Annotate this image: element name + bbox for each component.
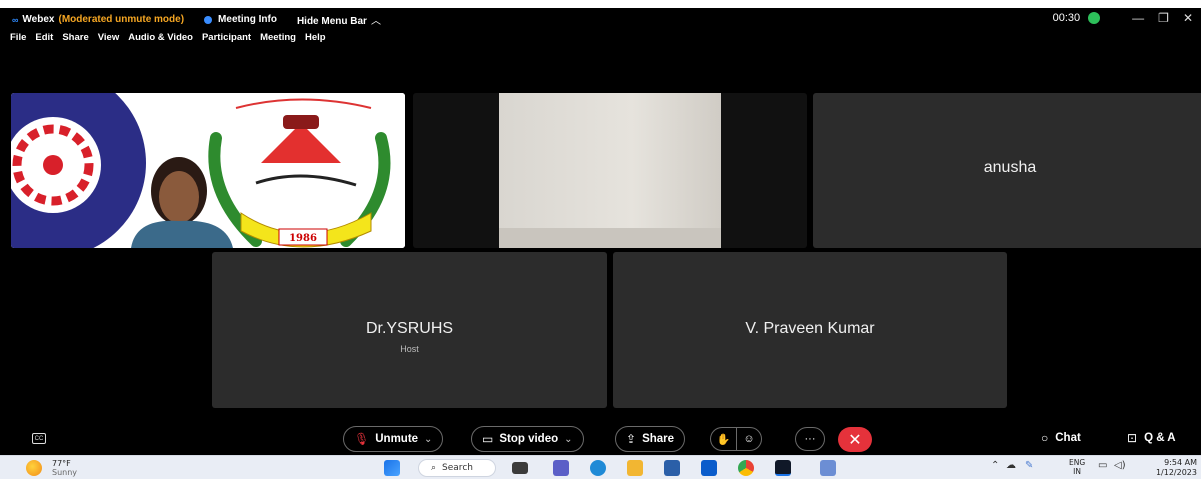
menu-file[interactable]: File — [10, 32, 26, 43]
qa-icon: ⊡ — [1127, 431, 1138, 445]
moderated-mode-label: (Moderated unmute mode) — [58, 14, 185, 25]
taskbar-search[interactable]: ⌕ Search — [418, 459, 496, 477]
file-explorer-icon[interactable] — [627, 460, 643, 476]
minimize-button[interactable]: — — [1132, 11, 1144, 25]
menu-audio-video[interactable]: Audio & Video — [128, 32, 193, 43]
menu-edit[interactable]: Edit — [35, 32, 53, 43]
restore-button[interactable]: ❐ — [1158, 11, 1169, 25]
smiley-icon: ☺ — [743, 433, 755, 445]
clock-time: 9:54 AM — [1164, 458, 1197, 467]
speaker-video-frame: 1986 — [11, 93, 405, 248]
store-icon[interactable] — [664, 460, 680, 476]
search-label: Search — [442, 463, 473, 473]
chrome-icon[interactable] — [738, 460, 754, 476]
info-icon — [204, 15, 213, 24]
hide-menu-bar-button[interactable]: Hide Menu Bar ︿ — [297, 12, 381, 27]
webex-taskbar-icon[interactable] — [775, 460, 791, 476]
lang-top: ENG — [1069, 458, 1086, 467]
video-tile-speaker[interactable]: 1986 — [11, 93, 405, 248]
share-icon: ⇪ — [626, 432, 637, 446]
mic-muted-icon: 🎙 — [354, 432, 370, 446]
participant-name: anusha — [983, 159, 1037, 176]
task-view-icon[interactable] — [512, 462, 528, 474]
app-name: Webex — [22, 14, 55, 25]
windows-taskbar: 77°F Sunny ⌕ Search ⌃ ☁ ✎ ENG IN ▭ ◁) 9:… — [0, 455, 1201, 479]
weather-widget[interactable]: 77°F Sunny — [26, 459, 77, 477]
menu-view[interactable]: View — [98, 32, 119, 43]
stop-video-label: Stop video — [499, 433, 559, 445]
edge-browser-icon[interactable] — [590, 460, 606, 476]
chat-button[interactable]: ○ Chat — [1041, 431, 1081, 445]
more-options-button[interactable]: ··· — [795, 427, 825, 451]
room-wall — [499, 93, 721, 248]
clock-date: 1/12/2023 — [1155, 468, 1197, 477]
captions-button[interactable]: CC — [32, 433, 46, 444]
webex-meeting-window: ∞ Webex (Moderated unmute mode) Meeting … — [0, 8, 1201, 455]
meeting-info-label: Meeting Info — [218, 14, 277, 25]
emblem-year: 1986 — [289, 233, 317, 244]
share-button[interactable]: ⇪ Share — [615, 426, 686, 452]
chevron-up-icon[interactable]: ⌃ — [991, 460, 999, 471]
mail-icon[interactable] — [701, 460, 717, 476]
chevron-down-icon[interactable]: ⌄ — [564, 434, 572, 445]
weather-condition: Sunny — [52, 468, 78, 477]
camera-icon: ▭ — [482, 432, 494, 446]
share-label: Share — [642, 433, 675, 445]
qa-label: Q & A — [1144, 432, 1176, 444]
onedrive-icon[interactable]: ☁ — [1006, 460, 1016, 471]
host-role-label: Host — [400, 344, 419, 354]
hand-icon: ✋ — [716, 433, 731, 446]
meeting-timer: 00:30 — [1052, 12, 1081, 24]
speaker-face — [159, 171, 199, 223]
menu-meeting[interactable]: Meeting — [260, 32, 296, 43]
temperature: 77°F — [52, 459, 71, 468]
meeting-info-button[interactable]: Meeting Info — [204, 14, 277, 25]
participant-tile-praveen[interactable]: V. Praveen Kumar — [613, 252, 1007, 408]
video-tile-room[interactable] — [413, 93, 807, 248]
volume-icon[interactable]: ◁) — [1114, 460, 1126, 471]
chevron-down-icon[interactable]: ⌄ — [424, 434, 432, 445]
input-language[interactable]: ENG IN — [1069, 458, 1085, 476]
menu-share[interactable]: Share — [62, 32, 88, 43]
reactions-button[interactable]: ☺ — [736, 427, 762, 451]
lang-bottom: IN — [1073, 467, 1081, 476]
hide-menu-bar-label: Hide Menu Bar — [296, 16, 367, 27]
sun-icon — [26, 460, 42, 476]
windows-start-icon[interactable] — [384, 460, 400, 476]
participant-tile-host[interactable]: Dr.YSRUHS Host — [212, 252, 607, 408]
network-icon[interactable]: ▭ — [1098, 460, 1107, 471]
end-call-button[interactable]: ✕ — [838, 427, 872, 452]
qa-button[interactable]: ⊡ Q & A — [1127, 431, 1176, 445]
chevron-up-icon: ︿ — [370, 16, 381, 27]
close-icon: ✕ — [848, 431, 862, 449]
participant-tile-anusha[interactable]: anusha — [813, 93, 1201, 248]
title-bar: ∞ Webex (Moderated unmute mode) Meeting … — [0, 8, 1201, 30]
webex-logo-icon: ∞ — [12, 14, 19, 25]
raise-hand-button[interactable]: ✋ — [710, 427, 736, 451]
unmute-label: Unmute — [375, 433, 419, 445]
system-clock[interactable]: 9:54 AM 1/12/2023 — [1156, 458, 1197, 478]
participant-name: Dr.YSRUHS — [365, 320, 454, 337]
teams-chat-icon[interactable] — [553, 460, 569, 476]
close-button[interactable]: ✕ — [1183, 11, 1193, 25]
menu-bar: File Edit Share View Audio & Video Parti… — [10, 32, 335, 43]
meet-now-icon[interactable]: ✎ — [1025, 460, 1033, 471]
stop-video-button[interactable]: ▭ Stop video ⌄ — [471, 426, 584, 452]
search-icon: ⌕ — [431, 463, 437, 473]
menu-participant[interactable]: Participant — [202, 32, 251, 43]
photos-icon[interactable] — [820, 460, 836, 476]
room-floor — [499, 228, 721, 248]
meeting-controls: CC 🎙 Unmute ⌄ ▭ Stop video ⌄ ⇪ Share ✋ ☺… — [0, 424, 1201, 454]
menu-help[interactable]: Help — [305, 32, 326, 43]
unmute-button[interactable]: 🎙 Unmute ⌄ — [343, 426, 444, 452]
chat-label: Chat — [1055, 432, 1081, 444]
participant-name: V. Praveen Kumar — [745, 320, 875, 337]
connection-status-icon[interactable] — [1088, 12, 1101, 24]
chat-icon: ○ — [1041, 431, 1049, 445]
